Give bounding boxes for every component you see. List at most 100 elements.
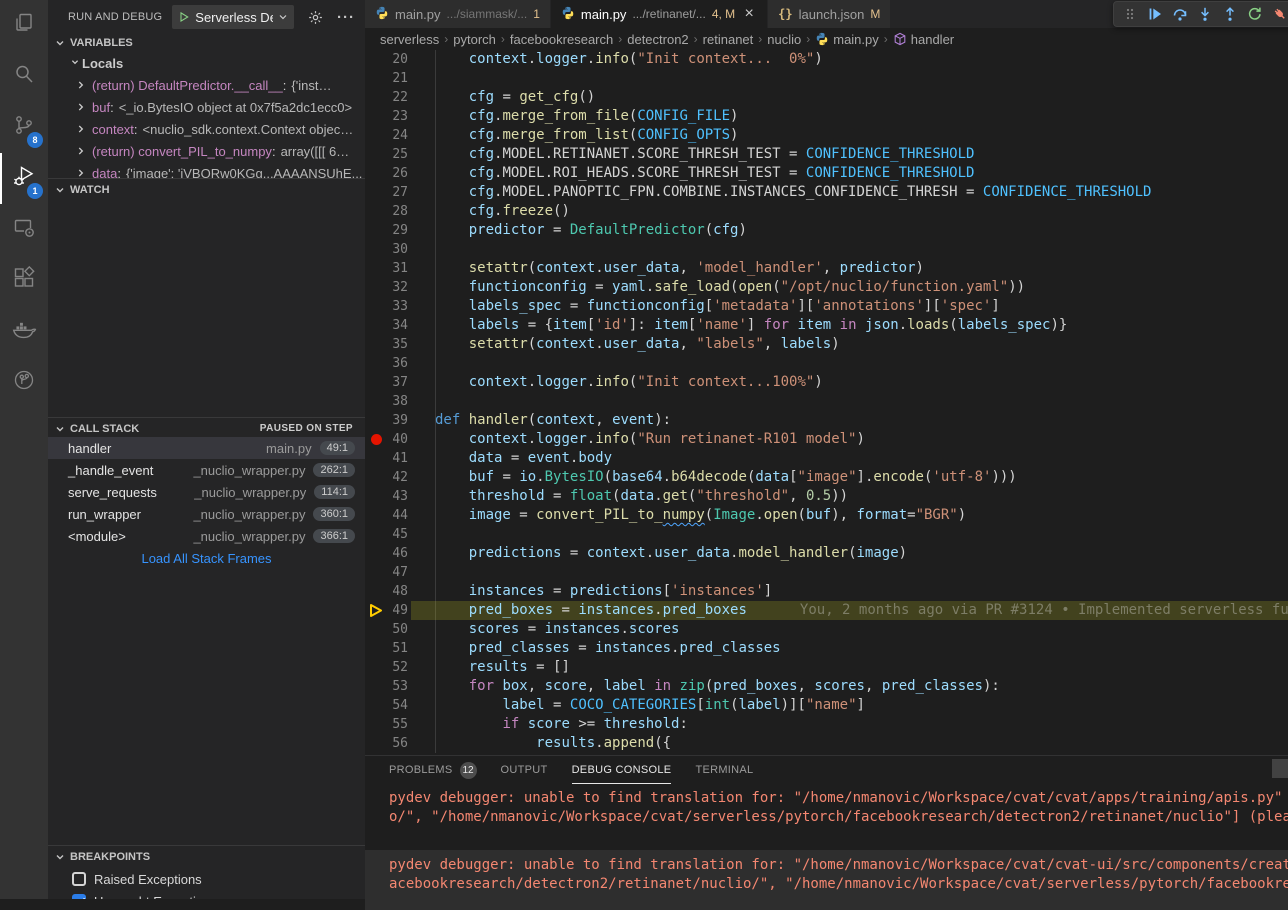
code-line[interactable]: 41 data = event.body <box>365 449 1288 468</box>
editor-tab-launch-json[interactable]: {}launch.jsonM <box>768 0 891 28</box>
line-number[interactable]: 34 <box>365 316 408 335</box>
line-number[interactable]: 56 <box>365 734 408 753</box>
gutter[interactable]: 23 <box>365 107 435 126</box>
gutter[interactable]: 29 <box>365 221 435 240</box>
line-number[interactable]: 43 <box>365 487 408 506</box>
line-number[interactable]: 41 <box>365 449 408 468</box>
breadcrumb-item-serverless[interactable]: serverless <box>380 32 439 47</box>
code-line[interactable]: 55 if score >= threshold: <box>365 715 1288 734</box>
breadcrumb-item-main-py[interactable]: main.py <box>815 32 879 47</box>
code-line[interactable]: 51 pred_classes = instances.pred_classes <box>365 639 1288 658</box>
call-stack-frame[interactable]: run_wrapper_nuclio_wrapper.py360:1 <box>48 503 365 525</box>
line-number[interactable]: 39 <box>365 411 408 430</box>
line-number[interactable]: 32 <box>365 278 408 297</box>
line-number[interactable]: 36 <box>365 354 408 373</box>
checkbox[interactable] <box>72 872 86 886</box>
close-icon[interactable]: × <box>741 6 757 22</box>
gutter[interactable]: 56 <box>365 734 435 753</box>
gutter[interactable]: 34 <box>365 316 435 335</box>
line-number[interactable]: 23 <box>365 107 408 126</box>
code-line[interactable]: 42 buf = io.BytesIO(base64.b64decode(dat… <box>365 468 1288 487</box>
activity-bar-item-run-and-debug[interactable]: 1 <box>0 153 48 204</box>
code-line[interactable]: 30 <box>365 240 1288 259</box>
line-number[interactable]: 54 <box>365 696 408 715</box>
line-number[interactable]: 49 <box>365 601 408 620</box>
checkbox[interactable] <box>72 894 86 899</box>
line-number[interactable]: 26 <box>365 164 408 183</box>
code-line[interactable]: 46 predictions = context.user_data.model… <box>365 544 1288 563</box>
debug-config-dropdown[interactable]: Serverless Debu <box>172 5 294 29</box>
code-line[interactable]: 39def handler(context, event): <box>365 411 1288 430</box>
variable-row[interactable]: (return) convert_PIL_to_numpy:array([[[ … <box>48 140 365 162</box>
gutter[interactable]: 48 <box>365 582 435 601</box>
line-number[interactable]: 52 <box>365 658 408 677</box>
more-actions-icon[interactable]: ··· <box>337 9 355 26</box>
call-stack-frame[interactable]: handlermain.py49:1 <box>48 437 365 459</box>
restart-button[interactable] <box>1244 3 1266 25</box>
gutter[interactable]: 49 <box>365 601 435 620</box>
line-number[interactable]: 20 <box>365 50 408 69</box>
gutter[interactable]: 42 <box>365 468 435 487</box>
gutter[interactable]: 35 <box>365 335 435 354</box>
code-line[interactable]: 33 labels_spec = functionconfig['metadat… <box>365 297 1288 316</box>
load-all-stack-frames-link[interactable]: Load All Stack Frames <box>48 547 365 569</box>
code-line[interactable]: 22 cfg = get_cfg() <box>365 88 1288 107</box>
line-number[interactable]: 47 <box>365 563 408 582</box>
activity-bar-item-extensions[interactable] <box>0 255 48 306</box>
gutter[interactable]: 41 <box>365 449 435 468</box>
gutter[interactable]: 46 <box>365 544 435 563</box>
code-line[interactable]: 43 threshold = float(data.get("threshold… <box>365 487 1288 506</box>
breadcrumb-item-nuclio[interactable]: nuclio <box>767 32 801 47</box>
panel-corner-control[interactable] <box>1272 759 1288 778</box>
variables-scope-locals[interactable]: Locals <box>48 52 365 74</box>
gutter[interactable]: 20 <box>365 50 435 69</box>
activity-bar-item-source-control[interactable]: 8 <box>0 102 48 153</box>
gutter[interactable]: 47 <box>365 563 435 582</box>
variables-section-header[interactable]: VARIABLES <box>48 32 365 54</box>
gutter[interactable]: 43 <box>365 487 435 506</box>
activity-bar-item-search[interactable] <box>0 51 48 102</box>
code-line[interactable]: 37 context.logger.info("Init context...1… <box>365 373 1288 392</box>
gutter[interactable]: 51 <box>365 639 435 658</box>
activity-bar-item-remote-explorer[interactable] <box>0 204 48 255</box>
gutter[interactable]: 44 <box>365 506 435 525</box>
activity-bar-item-docker[interactable] <box>0 306 48 357</box>
code-line[interactable]: 25 cfg.MODEL.RETINANET.SCORE_THRESH_TEST… <box>365 145 1288 164</box>
gutter[interactable]: 32 <box>365 278 435 297</box>
line-number[interactable]: 30 <box>365 240 408 259</box>
line-number[interactable]: 40 <box>365 430 408 449</box>
breadcrumb-item-detectron2[interactable]: detectron2 <box>627 32 688 47</box>
gutter[interactable]: 52 <box>365 658 435 677</box>
code-line[interactable]: 35 setattr(context.user_data, "labels", … <box>365 335 1288 354</box>
code-line[interactable]: 26 cfg.MODEL.ROI_HEADS.SCORE_THRESH_TEST… <box>365 164 1288 183</box>
gutter[interactable]: 33 <box>365 297 435 316</box>
code-line[interactable]: 40 context.logger.info("Run retinanet-R1… <box>365 430 1288 449</box>
watch-section-header[interactable]: WATCH <box>48 178 365 200</box>
step-over-button[interactable] <box>1169 3 1191 25</box>
line-number[interactable]: 37 <box>365 373 408 392</box>
variable-row[interactable]: data:{'image': 'iVBORw0KGg...AAAANSUhE..… <box>48 162 365 178</box>
line-number[interactable]: 55 <box>365 715 408 734</box>
panel-tab-problems[interactable]: PROBLEMS12 <box>389 756 477 784</box>
code-line[interactable]: 47 <box>365 563 1288 582</box>
gutter[interactable]: 40 <box>365 430 435 449</box>
line-number[interactable]: 33 <box>365 297 408 316</box>
line-number[interactable]: 51 <box>365 639 408 658</box>
code-line[interactable]: 38 <box>365 392 1288 411</box>
code-line[interactable]: 23 cfg.merge_from_file(CONFIG_FILE) <box>365 107 1288 126</box>
code-line[interactable]: 54 label = COCO_CATEGORIES[int(label)]["… <box>365 696 1288 715</box>
step-out-button[interactable] <box>1219 3 1241 25</box>
line-number[interactable]: 21 <box>365 69 408 88</box>
code-editor[interactable]: 20 context.logger.info("Init context... … <box>365 50 1288 755</box>
gutter[interactable]: 50 <box>365 620 435 639</box>
code-line[interactable]: 34 labels = {item['id']: item['name'] fo… <box>365 316 1288 335</box>
line-number[interactable]: 25 <box>365 145 408 164</box>
line-number[interactable]: 29 <box>365 221 408 240</box>
breadcrumb-item-retinanet[interactable]: retinanet <box>703 32 754 47</box>
gutter[interactable]: 39 <box>365 411 435 430</box>
gutter[interactable]: 26 <box>365 164 435 183</box>
line-number[interactable]: 44 <box>365 506 408 525</box>
gutter[interactable]: 30 <box>365 240 435 259</box>
code-line[interactable]: 21 <box>365 69 1288 88</box>
code-line[interactable]: 53 for box, score, label in zip(pred_box… <box>365 677 1288 696</box>
